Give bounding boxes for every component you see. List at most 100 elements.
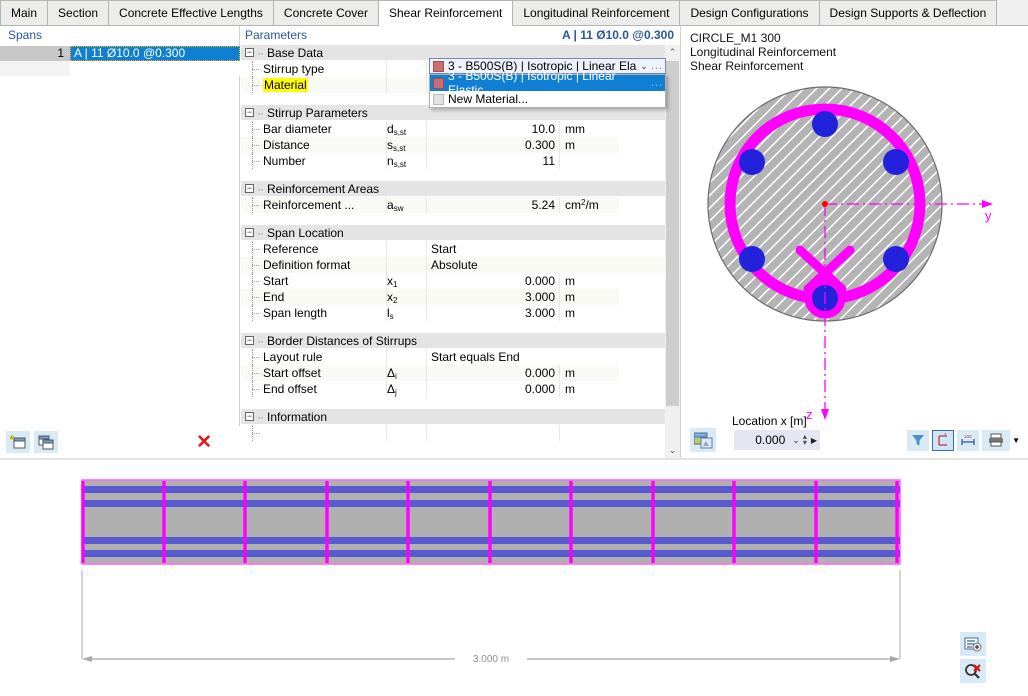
group-label: Span Location	[267, 225, 344, 240]
tab-section[interactable]: Section	[48, 0, 110, 26]
row-value[interactable]: 0.300	[426, 137, 559, 153]
row-value[interactable]: 0.000	[426, 381, 559, 397]
tree-dots: ··	[257, 105, 264, 120]
row-value[interactable]: Absolute	[426, 257, 666, 273]
collapse-icon[interactable]: −	[245, 336, 254, 345]
row-value[interactable]: 0.000	[426, 365, 559, 381]
group-header-reinforcement-areas[interactable]: − ·· Reinforcement Areas	[241, 181, 666, 197]
material-option-new[interactable]: New Material...	[430, 91, 665, 107]
beam-drawing[interactable]: 3.000 m	[0, 460, 1028, 696]
zoom-reset-icon[interactable]	[960, 659, 986, 683]
row-reference[interactable]: Reference Start	[241, 241, 666, 257]
scroll-up-icon[interactable]: ⌃	[665, 45, 680, 60]
rebar-dot	[883, 149, 909, 175]
material-color-swatch	[433, 60, 444, 72]
tab-design-configurations[interactable]: Design Configurations	[680, 0, 820, 26]
group-header-span-location[interactable]: − ·· Span Location	[241, 225, 666, 241]
delete-span-button[interactable]: ✕	[196, 433, 212, 452]
material-option-ellipsis[interactable]: ...	[651, 77, 663, 89]
tab-concrete-effective-lengths[interactable]: Concrete Effective Lengths	[109, 0, 274, 26]
beam-elevation-view[interactable]: 3.000 m -Y ▼	[0, 460, 1028, 696]
spinner-arrows[interactable]: ▴ ▾	[803, 433, 807, 447]
tab-design-supports-deflection[interactable]: Design Supports & Deflection	[819, 0, 998, 26]
row-symbol: ds,st	[386, 121, 426, 137]
chevron-down-icon[interactable]: ⌄	[792, 435, 800, 446]
collapse-icon[interactable]: −	[245, 412, 254, 421]
row-value[interactable]: 0.000	[426, 273, 559, 289]
row-value[interactable]: 3.000	[426, 289, 559, 305]
tab-main[interactable]: Main	[0, 0, 49, 26]
scroll-down-icon[interactable]: ⌄	[665, 443, 680, 458]
row-value[interactable]: Start equals End	[426, 349, 666, 365]
corner-tools-group	[960, 632, 986, 686]
row-value[interactable]: 3.000	[426, 305, 559, 321]
application-window: Main Section Concrete Effective Lengths …	[0, 0, 1028, 696]
row-end[interactable]: End x2 3.000 m	[241, 289, 666, 305]
parameters-scrollbar[interactable]: ⌃ ⌄	[665, 45, 680, 458]
tree-dots: ··	[257, 181, 264, 196]
rebar-dot	[812, 111, 838, 137]
row-value[interactable]: 5.24	[426, 197, 559, 213]
table-row-empty[interactable]	[0, 61, 240, 76]
printer-dropdown-caret[interactable]: ▼	[1012, 436, 1020, 445]
row-label: Reinforcement ...	[241, 197, 386, 213]
group-header-border-distances[interactable]: − ·· Border Distances of Stirrups	[241, 333, 666, 349]
copy-window-icon[interactable]	[34, 431, 58, 453]
scrollbar-thumb[interactable]	[666, 61, 679, 406]
next-location-icon[interactable]: ▶	[811, 436, 817, 445]
row-end-offset[interactable]: End offset Δj 0.000 m	[241, 381, 666, 397]
add-result-icon[interactable]	[960, 632, 986, 656]
location-x-input[interactable]: 0.000 ⌄ ▴ ▾ ▶	[734, 430, 820, 450]
parameters-header-value: A | 11 Ø10.0 @0.300	[561, 28, 674, 42]
group-spacer	[241, 213, 666, 225]
row-value[interactable]: 10.0	[426, 121, 559, 137]
highlighted-label: Material	[263, 78, 308, 92]
row-symbol	[386, 241, 426, 257]
tab-shear-reinforcement[interactable]: Shear Reinforcement	[378, 0, 514, 26]
collapse-icon[interactable]: −	[245, 108, 254, 117]
row-label: Stirrup type	[241, 61, 386, 77]
location-x-value: 0.000	[755, 433, 786, 447]
render-image-icon[interactable]	[690, 428, 716, 452]
row-symbol	[386, 257, 426, 273]
dimension-icon[interactable]: 100	[957, 429, 980, 451]
axis-y-arrow	[982, 200, 993, 208]
new-window-icon[interactable]	[6, 431, 30, 453]
row-layout-rule[interactable]: Layout rule Start equals End	[241, 349, 666, 365]
row-distance[interactable]: Distance ss,st 0.300 m	[241, 137, 666, 153]
row-bar-diameter[interactable]: Bar diameter ds,st 10.0 mm	[241, 121, 666, 137]
parameters-title: Parameters	[245, 28, 308, 42]
printer-icon[interactable]	[982, 429, 1011, 451]
axis-system-icon[interactable]: z	[932, 429, 955, 451]
collapse-icon[interactable]: −	[245, 184, 254, 193]
row-number[interactable]: Number ns,st 11	[241, 153, 666, 169]
tab-longitudinal-reinforcement[interactable]: Longitudinal Reinforcement	[513, 0, 681, 26]
row-value[interactable]: 11	[426, 153, 559, 169]
row-start[interactable]: Start x1 0.000 m	[241, 273, 666, 289]
material-ellipsis-button[interactable]: ...	[651, 60, 663, 72]
row-label: Reference	[241, 241, 386, 257]
parameters-panel: Parameters A | 11 Ø10.0 @0.300 − ·· Base D…	[241, 26, 681, 458]
cross-section-drawing[interactable]: y z	[682, 82, 1028, 430]
row-label: Definition format	[241, 257, 386, 273]
table-row[interactable]: 1 A | 11 Ø10.0 @0.300	[0, 46, 240, 61]
row-value[interactable]: Start	[426, 241, 666, 257]
collapse-icon[interactable]: −	[245, 48, 254, 57]
collapse-icon[interactable]: −	[245, 228, 254, 237]
row-span-length[interactable]: Span length ls 3.000 m	[241, 305, 666, 321]
tab-concrete-cover[interactable]: Concrete Cover	[273, 0, 379, 26]
filter-funnel-icon[interactable]	[907, 429, 930, 451]
row-symbol	[386, 61, 426, 77]
row-reinforcement-area[interactable]: Reinforcement ... asw 5.24 cm2/m	[241, 197, 666, 213]
row-definition-format[interactable]: Definition format Absolute	[241, 257, 666, 273]
tree-dots: ··	[257, 45, 264, 60]
span-value[interactable]: A | 11 Ø10.0 @0.300	[70, 46, 240, 61]
row-start-offset[interactable]: Start offset Δi 0.000 m	[241, 365, 666, 381]
group-header-information[interactable]: − ·· Information	[241, 409, 666, 425]
material-option-existing[interactable]: 3 - B500S(B) | Isotropic | Linear Elasti…	[430, 69, 665, 97]
spans-title: Spans	[0, 26, 239, 44]
group-label: Border Distances of Stirrups	[267, 333, 418, 348]
row-label: Layout rule	[241, 349, 386, 365]
row-unit: m	[559, 381, 619, 397]
tree-dots: ··	[257, 225, 264, 240]
